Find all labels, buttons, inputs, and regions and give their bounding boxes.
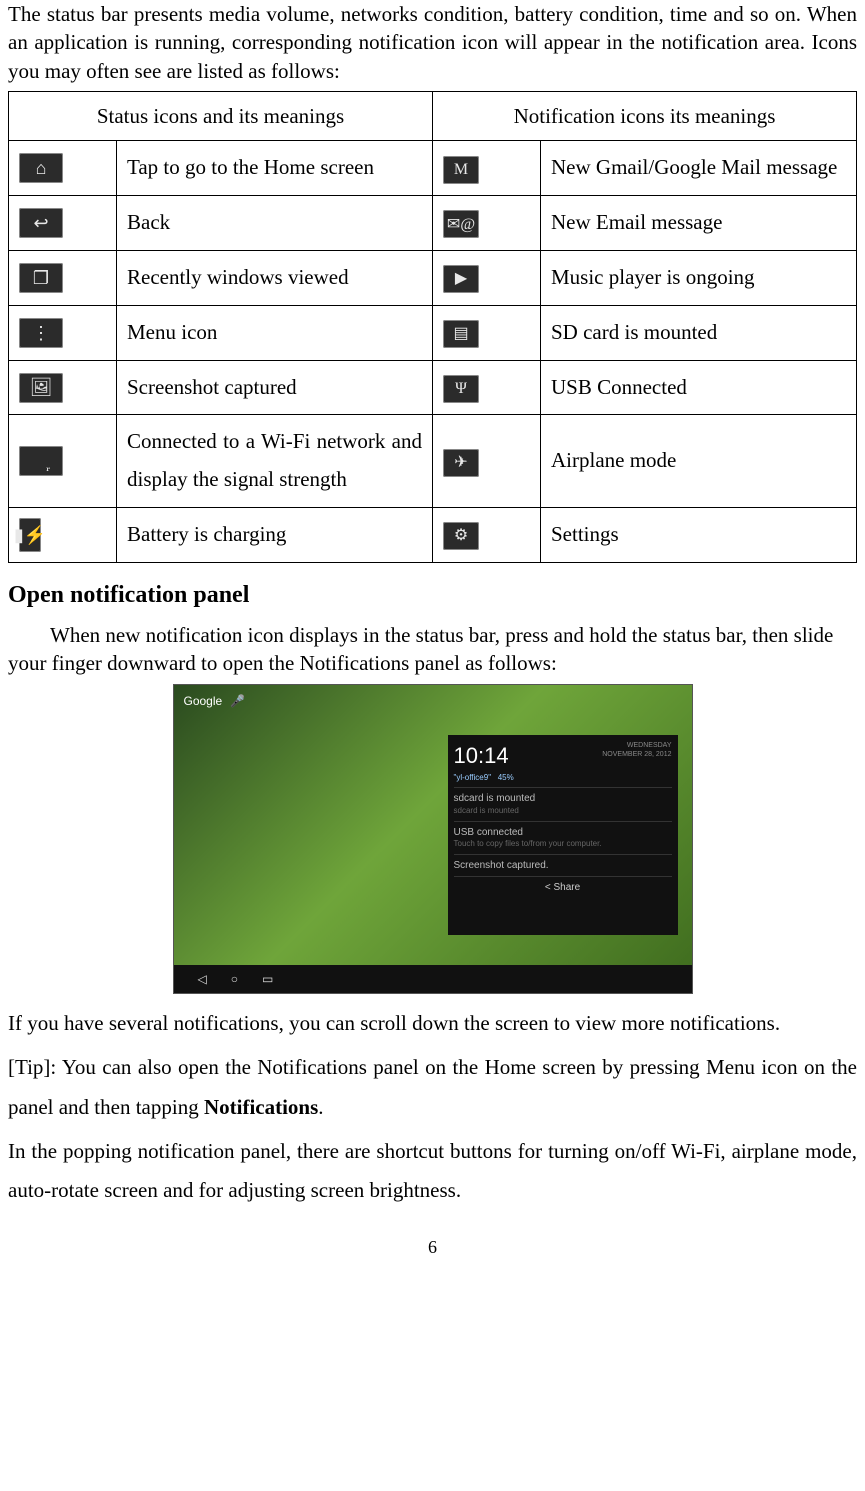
nav-home-icon: ○: [231, 971, 238, 987]
home-icon: ⌂: [19, 153, 63, 183]
page-number: 6: [8, 1235, 857, 1259]
icon-desc: USB Connected: [541, 360, 857, 415]
mic-icon: 🎤: [230, 693, 245, 709]
icon-desc: Menu icon: [117, 305, 433, 360]
share-label: Share: [553, 882, 580, 893]
notification-title: USB connected: [454, 826, 672, 840]
recent-icon: ❐: [19, 263, 63, 293]
icon-desc: New Gmail/Google Mail message: [541, 141, 857, 196]
icons-table: Status icons and its meanings Notificati…: [8, 91, 857, 563]
android-navbar: ◁ ○ ▭: [174, 965, 692, 993]
nav-recent-icon: ▭: [262, 971, 273, 987]
notification-sub: sdcard is mounted: [454, 806, 672, 817]
table-row: ⌂ Tap to go to the Home screen M New Gma…: [9, 141, 857, 196]
notification-title: sdcard is mounted: [454, 792, 672, 806]
paragraph: When new notification icon displays in t…: [8, 621, 857, 678]
notification-panel-screenshot: Google 🎤 10:14 WEDNESDAY NOVEMBER 28, 20…: [173, 684, 693, 994]
icon-desc: Airplane mode: [541, 415, 857, 508]
google-search-label: Google: [184, 693, 223, 709]
icon-desc: Tap to go to the Home screen: [117, 141, 433, 196]
battery-charging-icon: ▮⚡: [19, 518, 41, 552]
panel-battery: 45%: [498, 773, 514, 782]
icon-desc: Recently windows viewed: [117, 250, 433, 305]
notification-row: Screenshot captured.: [454, 854, 672, 877]
email-icon: ✉@: [443, 210, 479, 238]
airplane-icon: ✈: [443, 449, 479, 477]
settings-icon: ⚙: [443, 522, 479, 550]
intro-paragraph: The status bar presents media volume, ne…: [8, 0, 857, 85]
icon-desc: Music player is ongoing: [541, 250, 857, 305]
table-header-right: Notification icons its meanings: [433, 92, 857, 141]
notification-row: USB connected Touch to copy files to/fro…: [454, 821, 672, 854]
back-icon: ↩: [19, 208, 63, 238]
panel-date: WEDNESDAY NOVEMBER 28, 2012: [602, 741, 671, 760]
tip-suffix: .: [318, 1095, 323, 1119]
tip-bold: Notifications: [204, 1095, 318, 1119]
panel-wifi-name: "yl-office9": [454, 773, 492, 782]
icon-desc: New Email message: [541, 196, 857, 251]
music-icon: ▶: [443, 265, 479, 293]
icon-desc: Screenshot captured: [117, 360, 433, 415]
notification-title: Screenshot captured.: [454, 859, 672, 873]
table-row: ▮⚡ Battery is charging ⚙ Settings: [9, 507, 857, 562]
table-row: 🖼 Screenshot captured Ψ USB Connected: [9, 360, 857, 415]
icon-desc: Settings: [541, 507, 857, 562]
icon-desc: Back: [117, 196, 433, 251]
icon-desc: Battery is charging: [117, 507, 433, 562]
table-row: ❐ Recently windows viewed ▶ Music player…: [9, 250, 857, 305]
section-heading: Open notification panel: [8, 579, 857, 611]
icon-desc: Connected to a Wi-Fi network and display…: [117, 415, 433, 508]
wifi-icon: ◉᷊: [19, 446, 63, 476]
share-row: < Share: [454, 876, 672, 899]
menu-icon: ⋮: [19, 318, 63, 348]
gmail-icon: M: [443, 156, 479, 184]
sdcard-icon: ▤: [443, 320, 479, 348]
notification-sub: Touch to copy files to/from your compute…: [454, 839, 672, 850]
usb-icon: Ψ: [443, 375, 479, 403]
nav-back-icon: ◁: [198, 971, 207, 987]
panel-time: 10:14: [454, 741, 509, 771]
table-header-left: Status icons and its meanings: [9, 92, 433, 141]
table-row: ◉᷊ Connected to a Wi-Fi network and disp…: [9, 415, 857, 508]
tip-paragraph: [Tip]: You can also open the Notificatio…: [8, 1048, 857, 1128]
paragraph: If you have several notifications, you c…: [8, 1004, 857, 1044]
icon-desc: SD card is mounted: [541, 305, 857, 360]
table-row: ⋮ Menu icon ▤ SD card is mounted: [9, 305, 857, 360]
table-row: ↩ Back ✉@ New Email message: [9, 196, 857, 251]
screenshot-icon: 🖼: [19, 373, 63, 403]
notification-panel: 10:14 WEDNESDAY NOVEMBER 28, 2012 "yl-of…: [448, 735, 678, 935]
paragraph: In the popping notification panel, there…: [8, 1132, 857, 1212]
notification-row: sdcard is mounted sdcard is mounted: [454, 787, 672, 820]
tip-prefix: [Tip]: You can also open the Notificatio…: [8, 1055, 857, 1119]
